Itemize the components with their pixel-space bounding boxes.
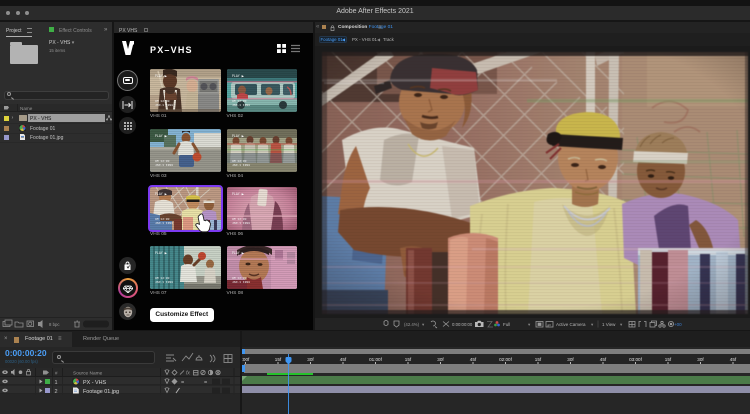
svg-text:45f: 45f <box>599 357 606 362</box>
svg-text:Active Camera: Active Camera <box>556 322 586 327</box>
svg-text:15f: 15f <box>534 357 541 362</box>
svg-text:15f: 15f <box>664 357 671 362</box>
svg-text:45f: 45f <box>729 357 736 362</box>
svg-text:Full: Full <box>503 322 510 327</box>
svg-text:1: 1 <box>55 379 58 385</box>
svg-text:15f: 15f <box>274 357 281 362</box>
svg-text:PX - VHS: PX - VHS <box>83 379 106 385</box>
svg-text:30f: 30f <box>307 357 314 362</box>
svg-text:+00: +00 <box>674 322 682 327</box>
svg-text:45f: 45f <box>339 357 346 362</box>
svg-text:03:00f: 03:00f <box>629 357 642 362</box>
svg-text:(42.4%): (42.4%) <box>404 322 420 327</box>
svg-text:#: # <box>55 371 58 376</box>
svg-text:▾: ▾ <box>528 322 531 327</box>
svg-text:15f: 15f <box>404 357 411 362</box>
svg-text::00f: :00f <box>242 357 250 362</box>
svg-text:30f: 30f <box>437 357 444 362</box>
svg-text:1 View: 1 View <box>602 322 616 327</box>
svg-text:Footage 01.jpg: Footage 01.jpg <box>83 388 119 394</box>
svg-text:=: = <box>181 379 184 385</box>
svg-text:02:00f: 02:00f <box>499 357 512 362</box>
svg-text:45f: 45f <box>469 357 476 362</box>
svg-text:8 bpc: 8 bpc <box>49 322 60 327</box>
svg-text:0:00:00:00: 0:00:00:00 <box>452 322 473 327</box>
svg-text:▾: ▾ <box>422 322 425 327</box>
svg-text:30f: 30f <box>697 357 704 362</box>
svg-text:▾: ▾ <box>620 322 623 327</box>
svg-text:30f: 30f <box>567 357 574 362</box>
svg-text:▾: ▾ <box>591 322 594 327</box>
svg-text:=: = <box>204 379 207 385</box>
svg-text:01:00f: 01:00f <box>369 357 382 362</box>
svg-text:2: 2 <box>55 388 58 394</box>
